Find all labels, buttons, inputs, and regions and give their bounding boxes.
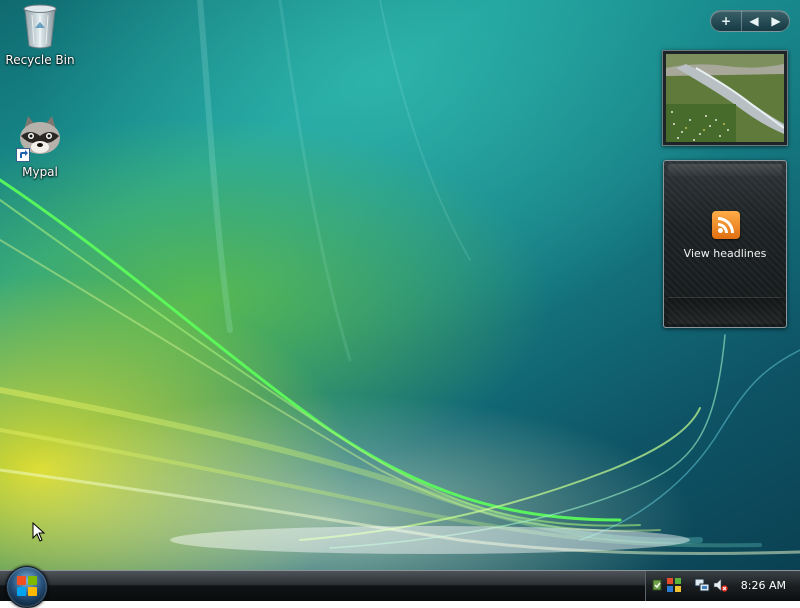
volume-muted-icon[interactable] bbox=[712, 577, 728, 593]
previous-page-button[interactable]: ◀ bbox=[743, 11, 765, 31]
slideshow-photo bbox=[666, 54, 784, 142]
add-gadget-button[interactable]: + bbox=[711, 11, 742, 31]
shortcut-arrow-icon bbox=[16, 148, 30, 162]
mouse-cursor-icon bbox=[32, 522, 46, 542]
desktop[interactable]: Recycle Bin Mypal + ◀ ▶ View headlines bbox=[0, 0, 800, 570]
mypal-label: Mypal bbox=[22, 165, 58, 179]
next-page-button[interactable]: ▶ bbox=[765, 11, 787, 31]
sidebar-controls: + ◀ ▶ bbox=[710, 10, 790, 32]
network-icon[interactable] bbox=[694, 577, 710, 593]
gadget-top-band bbox=[668, 164, 782, 176]
desktop-icon-mypal[interactable]: Mypal bbox=[0, 114, 80, 179]
taskbar: 8:26 AM bbox=[0, 566, 800, 608]
slideshow-gadget[interactable] bbox=[662, 50, 788, 146]
desktop-icon-recycle-bin[interactable]: Recycle Bin bbox=[0, 2, 80, 67]
system-clock[interactable]: 8:26 AM bbox=[741, 579, 786, 592]
feed-headlines-gadget[interactable]: View headlines bbox=[663, 160, 787, 328]
rss-feed-icon bbox=[712, 211, 740, 239]
notification-area: 8:26 AM bbox=[645, 571, 800, 601]
start-button[interactable] bbox=[6, 566, 48, 608]
gadget-bottom-band bbox=[668, 297, 782, 324]
windows-logo-icon bbox=[17, 576, 37, 596]
security-shield-icon[interactable] bbox=[666, 577, 682, 593]
recycle-bin-label: Recycle Bin bbox=[5, 53, 75, 67]
view-headlines-link[interactable]: View headlines bbox=[664, 247, 786, 260]
recycle-bin-icon bbox=[23, 4, 57, 49]
